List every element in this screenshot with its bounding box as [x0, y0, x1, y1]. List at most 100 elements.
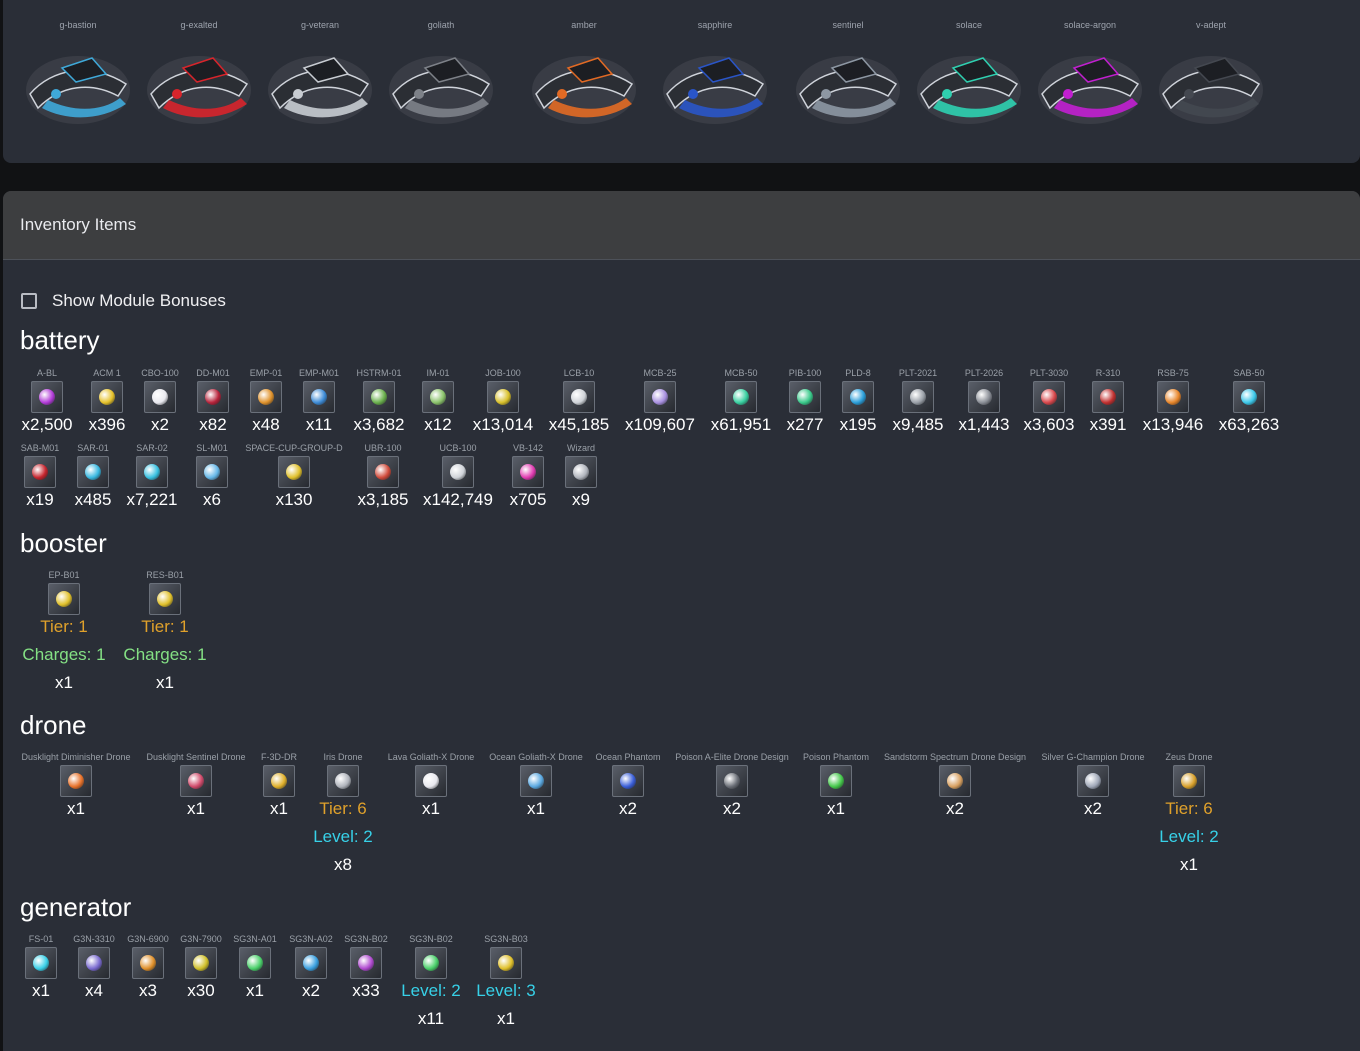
poison-a-elite-drone-design-icon [716, 765, 748, 797]
battery-item-ubr-100[interactable]: UBR-100 x3,185 [343, 443, 423, 510]
inventory-header: Inventory Items [3, 191, 1360, 260]
item-name: Zeus Drone [1165, 752, 1213, 762]
battery-item-ucb-100[interactable]: UCB-100 x142,749 [418, 443, 498, 510]
ocean-phantom-icon [612, 765, 644, 797]
item-count: x4 [85, 981, 103, 1000]
item-name: PLD-8 [845, 368, 871, 378]
battery-item-sab-50[interactable]: SAB-50 x63,263 [1209, 368, 1289, 435]
battery-item-mcb-25[interactable]: MCB-25 x109,607 [620, 368, 700, 435]
item-name: SAR-02 [136, 443, 168, 453]
item-name: SAB-50 [1233, 368, 1265, 378]
item-name: Poison Phantom [802, 752, 870, 762]
pld-8-icon [842, 381, 874, 413]
drone-item-poison-a-elite-drone-design[interactable]: Poison A-Elite Drone Design x2 [675, 752, 789, 819]
ship-name: sentinel [832, 20, 864, 30]
drone-item-iris-drone[interactable]: Iris Drone Tier: 6 Level: 2 x8 [303, 752, 383, 875]
ship-image [1159, 56, 1263, 124]
space-cup-group-d-icon [278, 456, 310, 488]
ship-card-g-bastion[interactable]: g-bastion [19, 18, 137, 138]
booster-item-res-b01[interactable]: RES-B01 Tier: 1 Charges: 1 x1 [123, 570, 207, 693]
job-100-icon [487, 381, 519, 413]
ship-card-solace[interactable]: solace [910, 18, 1028, 138]
ship-card-solace-argon[interactable]: solace-argon [1031, 18, 1149, 138]
item-count: x1 [270, 799, 288, 818]
item-count: x1,443 [958, 415, 1010, 434]
ship-card-goliath[interactable]: goliath [382, 18, 500, 138]
ship-card-sentinel[interactable]: sentinel [789, 18, 907, 138]
drone-item-ocean-phantom[interactable]: Ocean Phantom x2 [588, 752, 668, 819]
drone-item-sandstorm-spectrum-drone-design[interactable]: Sandstorm Spectrum Drone Design x2 [884, 752, 1026, 819]
item-count: x1 [497, 1009, 515, 1028]
ship-card-v-adept[interactable]: v-adept [1152, 18, 1270, 138]
item-count: x1 [246, 981, 264, 1000]
battery-item-rsb-75[interactable]: RSB-75 x13,946 [1133, 368, 1213, 435]
ship-card-amber[interactable]: amber [525, 18, 643, 138]
item-name: SPACE-CUP-GROUP-D [245, 443, 343, 453]
ship-card-g-exalted[interactable]: g-exalted [140, 18, 258, 138]
r-310-icon [1092, 381, 1124, 413]
battery-item-lcb-10[interactable]: LCB-10 x45,185 [539, 368, 619, 435]
sandstorm-spectrum-drone-design-icon [939, 765, 971, 797]
rsb-75-icon [1157, 381, 1189, 413]
pib-100-icon [789, 381, 821, 413]
category-title-battery: battery [20, 325, 100, 355]
show-module-bonuses-toggle[interactable]: Show Module Bonuses [21, 291, 226, 311]
item-count: x195 [839, 415, 877, 434]
battery-item-job-100[interactable]: JOB-100 x13,014 [463, 368, 543, 435]
drone-item-dusklight-sentinel-drone[interactable]: Dusklight Sentinel Drone x1 [146, 752, 245, 819]
item-name: IM-01 [426, 368, 450, 378]
item-name: HSTRM-01 [356, 368, 402, 378]
item-count: x1 [187, 799, 205, 818]
generator-item-sg3n-b02[interactable]: SG3N-B02 Level: 2 x11 [391, 934, 471, 1029]
item-count: x2,500 [21, 415, 73, 434]
item-name: PIB-100 [788, 368, 822, 378]
item-name: Dusklight Diminisher Drone [21, 752, 131, 762]
item-name: F-3D-DR [261, 752, 297, 762]
drone-item-lava-goliath-x-drone[interactable]: Lava Goliath-X Drone x1 [388, 752, 475, 819]
drone-item-ocean-goliath-x-drone[interactable]: Ocean Goliath-X Drone x1 [489, 752, 583, 819]
item-tier: Tier: 6 [1165, 799, 1213, 818]
drone-item-poison-phantom[interactable]: Poison Phantom x1 [796, 752, 876, 819]
drone-item-dusklight-diminisher-drone[interactable]: Dusklight Diminisher Drone x1 [21, 752, 130, 819]
item-level: Level: 2 [313, 827, 373, 846]
zeus-drone-icon [1173, 765, 1205, 797]
item-tier: Tier: 1 [141, 617, 189, 636]
ship-image [26, 56, 130, 124]
sg3n-b02-icon [415, 947, 447, 979]
item-name: PLT-2021 [898, 368, 938, 378]
battery-item-wizard[interactable]: Wizard x9 [541, 443, 621, 510]
item-name: MCB-25 [643, 368, 677, 378]
drone-item-silver-g-champion-drone[interactable]: Silver G-Champion Drone x2 [1041, 752, 1144, 819]
show-module-bonuses-checkbox[interactable] [21, 293, 37, 309]
item-count: x3,603 [1023, 415, 1075, 434]
item-count: x1 [67, 799, 85, 818]
item-count: x9,485 [892, 415, 944, 434]
sg3n-b02-icon [350, 947, 382, 979]
item-count: x2 [946, 799, 964, 818]
drone-item-zeus-drone[interactable]: Zeus Drone Tier: 6 Level: 2 x1 [1149, 752, 1229, 875]
lava-goliath-x-drone-icon [415, 765, 447, 797]
item-name: FS-01 [28, 934, 54, 944]
item-charges: Charges: 1 [22, 645, 106, 664]
item-name: PLT-3030 [1029, 368, 1069, 378]
plt-2021-icon [902, 381, 934, 413]
item-name: Lava Goliath-X Drone [387, 752, 475, 762]
wizard-icon [565, 456, 597, 488]
item-count: x2 [619, 799, 637, 818]
ship-name: g-bastion [59, 20, 97, 30]
battery-item-sl-m01[interactable]: SL-M01 x6 [172, 443, 252, 510]
battery-item-space-cup-group-d[interactable]: SPACE-CUP-GROUP-D x130 [245, 443, 342, 510]
inventory-title: Inventory Items [20, 215, 137, 234]
dusklight-sentinel-drone-icon [180, 765, 212, 797]
item-count: x8 [334, 855, 352, 874]
generator-item-sg3n-b03[interactable]: SG3N-B03 Level: 3 x1 [466, 934, 546, 1029]
lcb-10-icon [563, 381, 595, 413]
item-charges: Charges: 1 [123, 645, 207, 664]
sar-01-icon [77, 456, 109, 488]
ship-image [389, 56, 493, 124]
ship-card-g-veteran[interactable]: g-veteran [261, 18, 379, 138]
booster-item-ep-b01[interactable]: EP-B01 Tier: 1 Charges: 1 x1 [22, 570, 106, 693]
ship-card-sapphire[interactable]: sapphire [656, 18, 774, 138]
fs-01-icon [25, 947, 57, 979]
item-count: x13,946 [1142, 415, 1204, 434]
